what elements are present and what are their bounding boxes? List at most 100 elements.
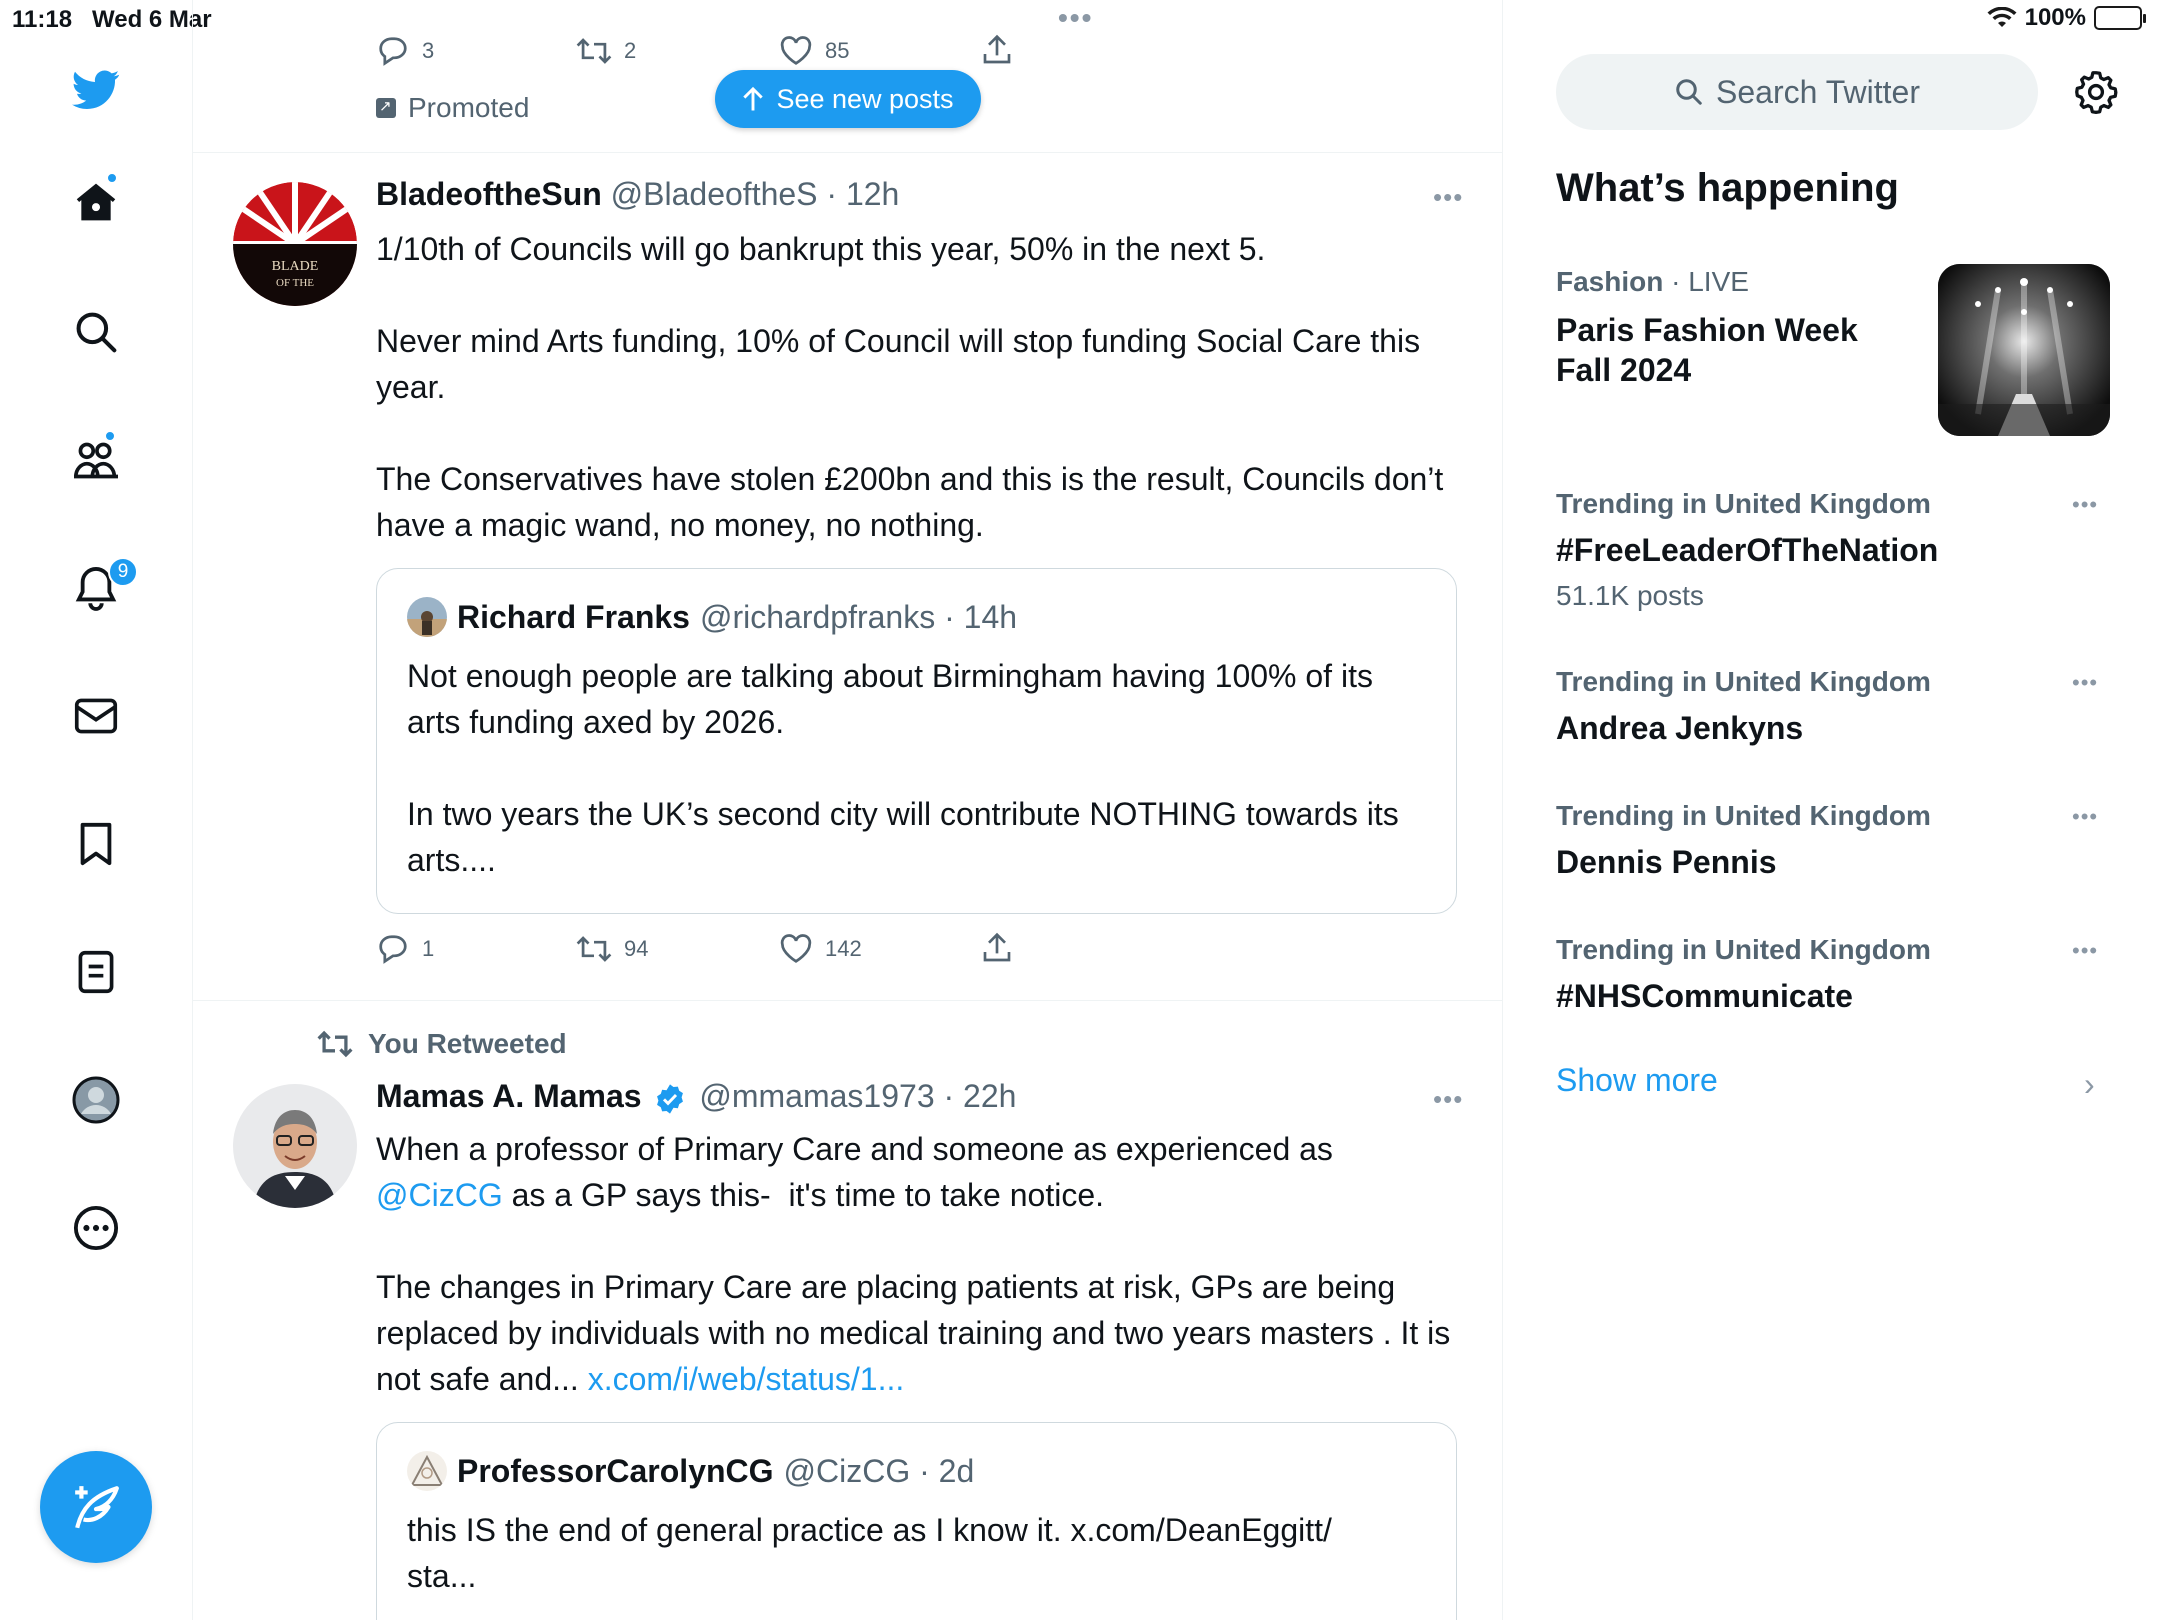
like-icon: [780, 934, 812, 963]
settings-button[interactable]: [2074, 70, 2118, 119]
author-name[interactable]: BladeoftheSun: [376, 176, 602, 212]
trend-image: [1938, 264, 2110, 436]
tweet-more-icon[interactable]: •••: [1433, 182, 1463, 213]
avatar[interactable]: BLADE OF THE: [233, 182, 357, 306]
status-link[interactable]: x.com/i/web/status/1...: [588, 1361, 905, 1397]
trend-post-count: 51.1K posts: [1556, 580, 1704, 611]
retweet-count: 2: [624, 38, 637, 63]
communities-icon[interactable]: [72, 436, 120, 484]
search-input[interactable]: Search Twitter: [1556, 54, 2038, 130]
author-meta[interactable]: @mmamas1973 · 22h: [699, 1078, 1016, 1114]
like-button[interactable]: 142: [779, 934, 862, 964]
trend-category: Fashion · LIVE: [1556, 266, 1749, 297]
tweet-text: 1/10th of Councils will go bankrupt this…: [376, 231, 1444, 543]
right-sidebar: Search Twitter What’s happening Fashion …: [1504, 0, 2160, 1620]
verified-icon: [657, 1083, 684, 1114]
promoted-label: Promoted: [376, 92, 529, 124]
quote-author-meta: @richardpfranks · 14h: [699, 598, 1018, 635]
compose-icon: [75, 1486, 119, 1529]
quote-author-name: ProfessorCarolynCG: [457, 1452, 774, 1489]
tweet-more-icon[interactable]: •••: [1433, 1084, 1463, 1115]
trend-more-icon[interactable]: •••: [2072, 938, 2098, 964]
home-unread-dot: [106, 172, 118, 184]
retweet-button[interactable]: 94: [576, 934, 648, 964]
trend-name: Andrea Jenkyns: [1556, 710, 1804, 746]
trend-more-icon[interactable]: •••: [2072, 492, 2098, 518]
whats-happening-title: What’s happening: [1556, 166, 1899, 210]
search-icon: [1676, 79, 1702, 105]
reply-count: 3: [422, 38, 435, 63]
show-more-link[interactable]: Show more: [1556, 1062, 1718, 1099]
tweet-text: When a professor of Primary Care and som…: [376, 1126, 1456, 1402]
mail-icon[interactable]: [72, 692, 120, 740]
trend-more-icon[interactable]: •••: [2072, 670, 2098, 696]
quote-text: Not enough people are talking about Birm…: [407, 658, 1399, 878]
trend-more-icon[interactable]: •••: [2072, 804, 2098, 830]
trend-name: Paris Fashion Week Fall 2024: [1556, 312, 1858, 388]
quote-header: ProfessorCarolynCG @CizCG · 2d: [407, 1451, 974, 1491]
like-icon: [780, 36, 812, 65]
retweet-context: You Retweeted: [316, 1028, 567, 1060]
author-meta[interactable]: @BladeoftheS · 12h: [611, 176, 900, 212]
search-placeholder: Search Twitter: [1716, 73, 1920, 110]
quote-header: Richard Franks @richardpfranks · 14h: [407, 597, 1017, 637]
tweet-header: Mamas A. Mamas @mmamas1973 · 22h: [376, 1078, 1016, 1115]
retweet-context-label: You Retweeted: [368, 1028, 567, 1059]
twitter-logo-icon[interactable]: [72, 66, 120, 114]
lists-icon[interactable]: [72, 948, 120, 996]
reply-icon: [379, 935, 407, 964]
divider: [193, 1000, 1502, 1001]
retweet-icon: [576, 38, 612, 64]
notifications-badge: 9: [108, 557, 138, 587]
like-count: 85: [825, 38, 850, 63]
retweet-button[interactable]: 2: [576, 36, 636, 66]
reply-button[interactable]: 3: [376, 36, 434, 66]
timeline: 3 2 85 Promoted See new posts: [193, 0, 1503, 1620]
bookmark-icon[interactable]: [72, 820, 120, 868]
trend-category: Trending in United Kingdom: [1556, 488, 1931, 519]
quote-avatar: [407, 1451, 447, 1491]
mention-link[interactable]: @CizCG: [376, 1177, 503, 1213]
retweet-count: 94: [624, 936, 649, 961]
tweet-header: BladeoftheSun @BladeoftheS · 12h: [376, 176, 899, 213]
tweet-text-paragraph: The changes in Primary Care are placing …: [376, 1269, 1460, 1397]
tweet-text-line: When a professor of Primary Care and som…: [376, 1131, 1333, 1167]
see-new-posts-button[interactable]: See new posts: [715, 70, 981, 128]
reply-button[interactable]: 1: [376, 934, 434, 964]
more-icon[interactable]: [72, 1204, 120, 1252]
quoted-tweet[interactable]: Richard Franks @richardpfranks · 14h Not…: [376, 568, 1457, 914]
share-button[interactable]: [982, 34, 1012, 66]
trend-name: #NHSCommunicate: [1556, 978, 1853, 1014]
promoted-icon: [376, 97, 396, 118]
gear-icon: [2075, 71, 2118, 114]
avatar[interactable]: [233, 1084, 357, 1208]
trend-category: Trending in United Kingdom: [1556, 666, 1931, 697]
profile-icon[interactable]: [72, 1076, 120, 1124]
avatar-logo-text: BLADE: [272, 259, 319, 274]
promoted-text: Promoted: [408, 92, 530, 123]
trend-name: Dennis Pennis: [1556, 844, 1777, 880]
author-name[interactable]: Mamas A. Mamas: [376, 1078, 642, 1114]
share-icon: [983, 34, 1011, 64]
quoted-tweet[interactable]: ProfessorCarolynCG @CizCG · 2d this IS t…: [376, 1422, 1457, 1620]
svg-text:OF THE: OF THE: [276, 277, 314, 289]
quote-author-name: Richard Franks: [457, 598, 690, 635]
see-new-posts-label: See new posts: [776, 83, 954, 114]
chevron-right-icon[interactable]: ›: [2084, 1066, 2095, 1103]
trend-name: #FreeLeaderOfTheNation: [1556, 532, 1939, 568]
quote-author-meta: @CizCG · 2d: [783, 1452, 975, 1489]
like-button[interactable]: 85: [779, 36, 849, 66]
quote-avatar: [407, 597, 447, 637]
communities-unread-dot: [104, 430, 116, 442]
compose-button[interactable]: [40, 1451, 152, 1563]
home-icon[interactable]: [72, 178, 120, 226]
reply-count: 1: [422, 936, 435, 961]
share-button[interactable]: [982, 932, 1012, 964]
trend-category: Trending in United Kingdom: [1556, 934, 1931, 965]
search-icon[interactable]: [72, 308, 120, 356]
reply-icon: [379, 37, 407, 66]
retweet-icon: [317, 1030, 353, 1058]
share-icon: [983, 932, 1011, 962]
arrow-up-icon: [743, 86, 764, 111]
like-count: 142: [825, 936, 862, 961]
